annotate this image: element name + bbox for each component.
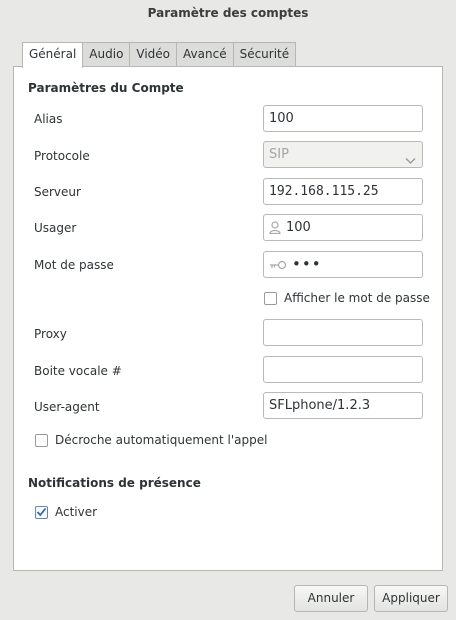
proxy-label: Proxy (34, 327, 67, 341)
tab-audio[interactable]: Audio (82, 42, 131, 67)
apply-button[interactable]: Appliquer (374, 585, 448, 612)
auto-answer-label: Décroche automatiquement l'appel (55, 433, 268, 447)
password-value: ••• (292, 255, 322, 273)
protocol-value: SIP (269, 147, 289, 162)
voicemail-field[interactable] (263, 356, 423, 383)
user-icon (269, 221, 281, 234)
activate-presence-label: Activer (55, 505, 98, 519)
protocol-label: Protocole (34, 149, 90, 163)
checkbox-box-checked[interactable] (35, 505, 48, 519)
tab-security[interactable]: Sécurité (232, 42, 297, 67)
checkbox-box[interactable] (35, 433, 48, 447)
voicemail-label: Boite vocale # (34, 364, 122, 378)
user-label: Usager (34, 221, 77, 235)
user-value: 100 (286, 220, 311, 235)
show-password-label: Afficher le mot de passe (284, 291, 430, 305)
show-password-checkbox[interactable]: Afficher le mot de passe (264, 291, 430, 305)
alias-field[interactable]: 100 (263, 105, 423, 132)
cancel-button[interactable]: Annuler (294, 585, 368, 612)
password-field[interactable]: ••• (263, 251, 423, 278)
user-agent-field[interactable]: SFLphone/1.2.3 (263, 392, 423, 419)
auto-answer-checkbox[interactable]: Décroche automatiquement l'appel (35, 433, 267, 447)
tab-advanced[interactable]: Avancé (176, 42, 234, 67)
protocol-select[interactable]: SIP (263, 141, 423, 168)
user-agent-label: User-agent (34, 400, 100, 414)
tab-bar: Général Audio Vidéo Avancé Sécurité (22, 42, 297, 68)
key-icon (269, 260, 287, 270)
activate-presence-checkbox[interactable]: Activer (35, 505, 97, 519)
account-section-title: Paramètres du Compte (28, 81, 184, 95)
password-label: Mot de passe (34, 258, 114, 272)
proxy-field[interactable] (263, 319, 423, 346)
chevron-down-icon (405, 149, 416, 174)
checkbox-box[interactable] (264, 291, 277, 305)
user-field[interactable]: 100 (263, 214, 423, 241)
tab-general[interactable]: Général (22, 42, 84, 68)
general-settings-panel: Paramètres du Compte Alias 100 Protocole… (13, 66, 443, 571)
presence-section-title: Notifications de présence (28, 476, 201, 490)
checkmark-icon (36, 507, 47, 517)
server-label: Serveur (34, 185, 81, 199)
tab-video[interactable]: Vidéo (129, 42, 178, 67)
window-title: Paramètre des comptes (147, 6, 309, 20)
server-field[interactable]: 192.168.115.25 (263, 178, 423, 205)
alias-label: Alias (34, 112, 63, 126)
